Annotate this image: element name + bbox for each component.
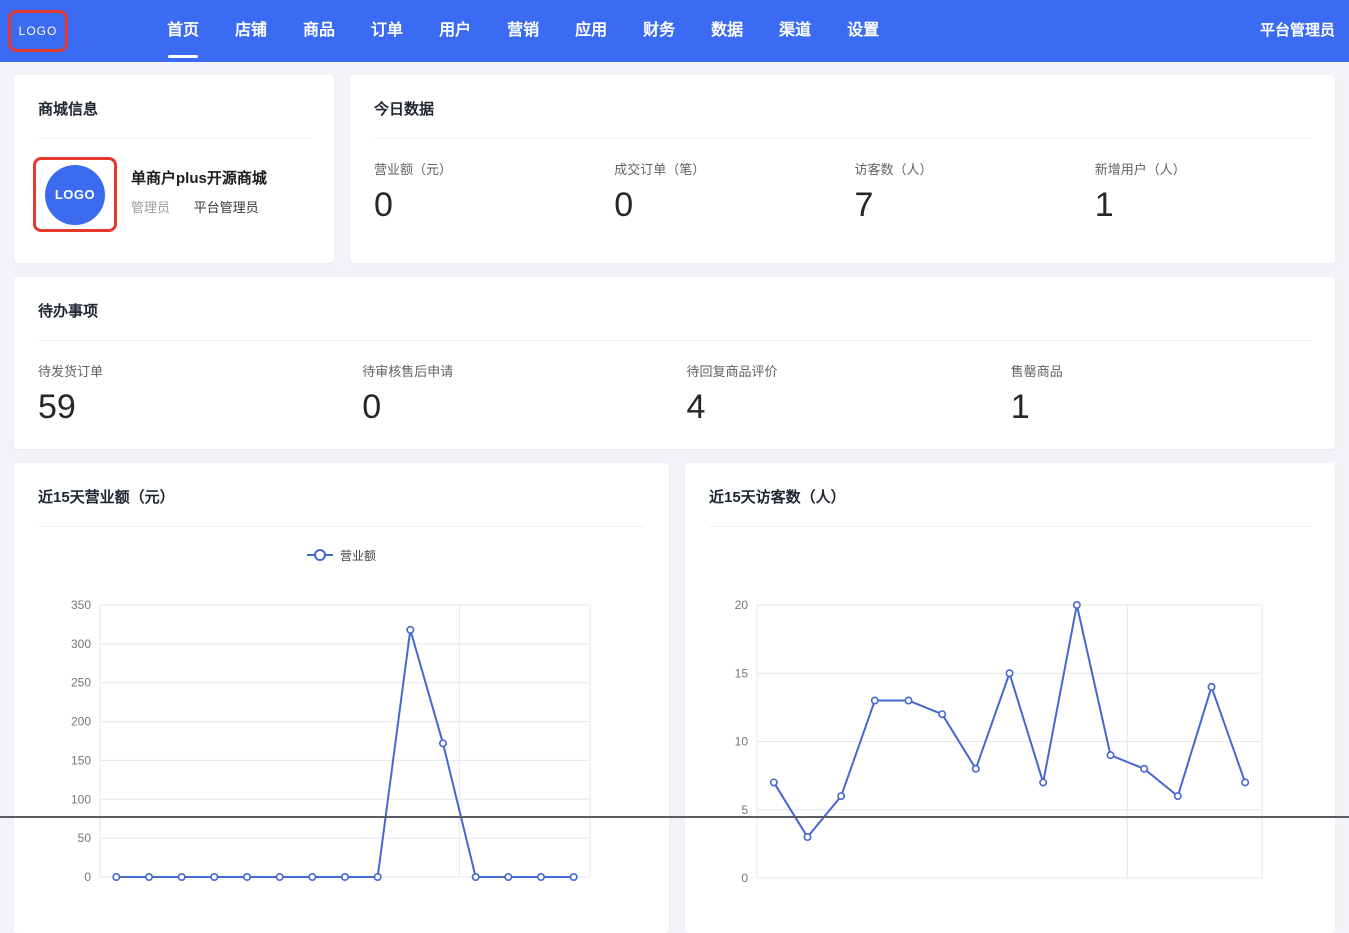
divider xyxy=(38,526,645,527)
nav-item-home[interactable]: 首页 xyxy=(167,0,199,62)
nav-item-marketing[interactable]: 营销 xyxy=(507,0,539,62)
nav-item-goods[interactable]: 商品 xyxy=(303,0,335,62)
shop-info-card: 商城信息 LOGO 单商户plus开源商城 管理员 平台管理员 xyxy=(14,75,334,263)
svg-text:300: 300 xyxy=(71,637,91,651)
stat-value: 1 xyxy=(1011,390,1335,424)
svg-text:100: 100 xyxy=(71,792,91,806)
stat-pending-shipment: 待发货订单 59 xyxy=(38,364,362,424)
stat-label: 待审核售后申请 xyxy=(362,364,686,379)
visitors-chart-title: 近15天访客数（人） xyxy=(685,463,1335,506)
divider xyxy=(38,138,310,139)
svg-text:10: 10 xyxy=(735,735,749,749)
line-series-legend-icon xyxy=(307,549,333,561)
svg-text:0: 0 xyxy=(84,870,91,884)
nav-item-channels[interactable]: 渠道 xyxy=(779,0,811,62)
divider xyxy=(38,340,1311,341)
shop-logo: LOGO xyxy=(45,165,105,225)
turnover-line-chart: 0 50 100 150 200 250 300 350 xyxy=(14,463,669,933)
stat-label: 待回复商品评价 xyxy=(687,364,1011,379)
legend-label: 营业额 xyxy=(340,547,376,564)
svg-text:15: 15 xyxy=(735,666,749,680)
nav-item-users[interactable]: 用户 xyxy=(439,0,471,62)
app-logo[interactable]: LOGO xyxy=(19,24,58,38)
top-navbar: LOGO 首页 店铺 商品 订单 用户 营销 应用 财务 数据 渠道 设置 平台… xyxy=(0,0,1349,62)
today-stats: 营业额（元） 0 成交订单（笔） 0 访客数（人） 7 新增用户（人） 1 xyxy=(350,162,1335,222)
current-user-menu[interactable]: 平台管理员 xyxy=(1260,0,1335,62)
svg-text:5: 5 xyxy=(741,803,748,817)
shop-name: 单商户plus开源商城 xyxy=(131,167,267,188)
stat-label: 访客数（人） xyxy=(855,162,1095,177)
todo-stats: 待发货订单 59 待审核售后申请 0 待回复商品评价 4 售罄商品 1 xyxy=(14,364,1335,424)
svg-text:0: 0 xyxy=(741,871,748,885)
chart-legend[interactable]: 营业额 xyxy=(14,545,669,565)
role-label: 管理员 xyxy=(131,200,170,215)
stat-turnover: 营业额（元） 0 xyxy=(374,162,614,222)
nav-item-settings[interactable]: 设置 xyxy=(847,0,879,62)
shop-role-row: 管理员 平台管理员 xyxy=(131,197,259,216)
stat-new-users: 新增用户（人） 1 xyxy=(1095,162,1335,222)
turnover-chart-card: 近15天营业额（元） 营业额 0 50 100 150 200 250 300 350 xyxy=(14,463,669,933)
svg-text:50: 50 xyxy=(78,831,92,845)
stat-visitors: 访客数（人） 7 xyxy=(855,162,1095,222)
todo-title: 待办事项 xyxy=(14,277,1335,320)
visitors-chart-card: 近15天访客数（人） 0 5 10 15 20 xyxy=(685,463,1335,933)
stat-soldout-goods: 售罄商品 1 xyxy=(1011,364,1335,424)
stat-value: 0 xyxy=(374,188,614,222)
stat-label: 待发货订单 xyxy=(38,364,362,379)
stat-value: 7 xyxy=(855,188,1095,222)
svg-text:250: 250 xyxy=(71,676,91,690)
stat-label: 营业额（元） xyxy=(374,162,614,177)
shop-info-title: 商城信息 xyxy=(14,75,334,118)
turnover-chart-title: 近15天营业额（元） xyxy=(14,463,669,506)
annotation-box-shop-logo: LOGO xyxy=(33,157,117,232)
stat-pending-reviews: 待回复商品评价 4 xyxy=(687,364,1011,424)
role-value: 平台管理员 xyxy=(194,200,259,215)
divider xyxy=(709,526,1311,527)
today-data-title: 今日数据 xyxy=(350,75,1335,118)
svg-text:20: 20 xyxy=(735,598,749,612)
stat-label: 新增用户（人） xyxy=(1095,162,1335,177)
nav-item-data[interactable]: 数据 xyxy=(711,0,743,62)
stat-orders: 成交订单（笔） 0 xyxy=(614,162,854,222)
visitors-line-chart: 0 5 10 15 20 xyxy=(685,463,1335,933)
stat-value: 4 xyxy=(687,390,1011,424)
divider xyxy=(374,138,1311,139)
nav-item-apps[interactable]: 应用 xyxy=(575,0,607,62)
stat-label: 成交订单（笔） xyxy=(614,162,854,177)
stat-pending-aftersales: 待审核售后申请 0 xyxy=(362,364,686,424)
annotation-box-logo: LOGO xyxy=(8,10,68,52)
stat-value: 0 xyxy=(614,188,854,222)
svg-text:150: 150 xyxy=(71,753,91,767)
today-data-card: 今日数据 营业额（元） 0 成交订单（笔） 0 访客数（人） 7 新增用户（人）… xyxy=(350,75,1335,263)
svg-text:200: 200 xyxy=(71,715,91,729)
main-nav: 首页 店铺 商品 订单 用户 营销 应用 财务 数据 渠道 设置 xyxy=(167,0,879,62)
svg-text:350: 350 xyxy=(71,598,91,612)
stat-value: 1 xyxy=(1095,188,1335,222)
todo-card: 待办事项 待发货订单 59 待审核售后申请 0 待回复商品评价 4 售罄商品 1 xyxy=(14,277,1335,449)
nav-item-store[interactable]: 店铺 xyxy=(235,0,267,62)
nav-item-orders[interactable]: 订单 xyxy=(371,0,403,62)
stat-value: 59 xyxy=(38,390,362,424)
nav-item-finance[interactable]: 财务 xyxy=(643,0,675,62)
stat-label: 售罄商品 xyxy=(1011,364,1335,379)
stat-value: 0 xyxy=(362,390,686,424)
